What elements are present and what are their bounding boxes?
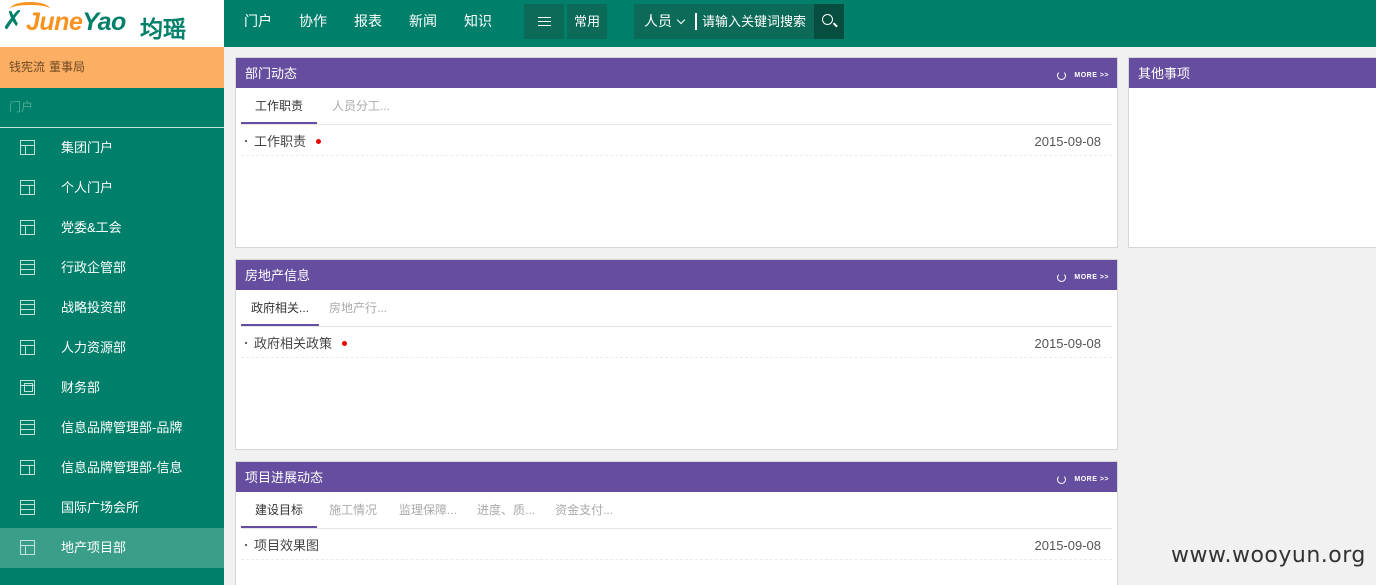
search-button[interactable] (814, 4, 844, 39)
sidebar-item-brand[interactable]: 信息品牌管理部-品牌 (0, 408, 224, 448)
list-item[interactable]: 项目效果图 2015-09-08 (241, 529, 1112, 560)
hamburger-icon (538, 17, 551, 18)
tab-construction-status[interactable]: 施工情况 (317, 492, 389, 528)
refresh-icon[interactable] (1057, 272, 1067, 282)
bullet-icon (245, 342, 247, 344)
sidebar-item-personal-portal[interactable]: 个人门户 (0, 168, 224, 208)
sidebar-item-realestate-project[interactable]: 地产项目部 (0, 528, 224, 568)
main-nav: 门户 协作 报表 新闻 知识 (244, 0, 519, 47)
logo-brand: JuneYao (26, 8, 126, 36)
layout-icon (20, 500, 35, 515)
nav-reports[interactable]: 报表 (354, 0, 382, 47)
list-item-title: 工作职责 (254, 134, 307, 149)
panel-project-progress: 项目进展动态 MORE >> 建设目标 施工情况 监理保障... 进度、质...… (235, 461, 1118, 585)
more-link[interactable]: MORE >> (1057, 474, 1109, 484)
panel-header: 部门动态 MORE >> (236, 58, 1117, 88)
list-item[interactable]: 工作职责 2015-09-08 (241, 125, 1112, 156)
sidebar-item-group-portal[interactable]: 集团门户 (0, 128, 224, 168)
list-item[interactable]: 政府相关政策 2015-09-08 (241, 327, 1112, 358)
panel-dept-news: 部门动态 MORE >> 工作职责 人员分工... 工作职责 2015-09-0… (235, 57, 1118, 248)
list-item-title: 政府相关政策 (254, 336, 333, 351)
logo[interactable]: ✗ JuneYao 均瑶 (0, 0, 224, 47)
nav-portal[interactable]: 门户 (244, 0, 272, 47)
layout-icon (20, 260, 35, 275)
logo-star-icon: ✗ (2, 6, 24, 36)
nav-collaboration[interactable]: 协作 (299, 0, 327, 47)
layout-icon (20, 540, 35, 555)
layout-icon (20, 340, 35, 355)
refresh-icon[interactable] (1057, 70, 1067, 80)
search-input[interactable] (702, 4, 814, 39)
logo-brand-cn: 均瑶 (140, 17, 186, 43)
list-item-date: 2015-09-08 (1034, 336, 1102, 351)
panel-title: 其他事项 (1138, 66, 1191, 81)
refresh-icon[interactable] (1057, 474, 1067, 484)
user-name: 钱宪流 (9, 60, 46, 74)
top-bar: ✗ JuneYao 均瑶 门户 协作 报表 新闻 知识 常用 人员 (0, 0, 1376, 47)
layout-icon (20, 140, 35, 155)
tab-progress-quality[interactable]: 进度、质... (467, 492, 545, 528)
bullet-icon (245, 544, 247, 546)
list-item-date: 2015-09-08 (1034, 538, 1102, 553)
list-item-date: 2015-09-08 (1034, 134, 1102, 149)
search-divider (695, 13, 697, 30)
more-link[interactable]: MORE >> (1057, 272, 1109, 282)
sidebar-item-finance[interactable]: 财务部 (0, 368, 224, 408)
tab-industry[interactable]: 房地产行... (319, 290, 397, 326)
list-item-title: 项目效果图 (254, 538, 320, 553)
layout-icon (20, 380, 35, 395)
panel-title: 项目进展动态 (245, 470, 324, 485)
panel-header: 其他事项 (1129, 58, 1376, 88)
user-info[interactable]: 钱宪流 董事局 (0, 47, 224, 88)
menu-button[interactable] (524, 4, 564, 39)
common-button[interactable]: 常用 (567, 4, 607, 39)
layout-icon (20, 420, 35, 435)
sidebar-item-strategy[interactable]: 战略投资部 (0, 288, 224, 328)
user-dept: 董事局 (49, 60, 86, 74)
sidebar-item-party-union[interactable]: 党委&工会 (0, 208, 224, 248)
layout-icon (20, 460, 35, 475)
tab-supervision[interactable]: 监理保障... (389, 492, 467, 528)
panel-header: 房地产信息 MORE >> (236, 260, 1117, 290)
panel-tabs: 政府相关... 房地产行... (241, 290, 1112, 327)
watermark: www.wooyun.org (1171, 543, 1366, 568)
search-box: 人员 (634, 4, 844, 39)
chevron-down-icon (676, 15, 686, 25)
tab-work-duties[interactable]: 工作职责 (241, 88, 318, 124)
search-icon (822, 14, 833, 25)
sidebar-item-club[interactable]: 国际广场会所 (0, 488, 224, 528)
panel-tabs: 工作职责 人员分工... (241, 88, 1112, 125)
tab-gov-policy[interactable]: 政府相关... (241, 290, 320, 326)
panel-header: 项目进展动态 MORE >> (236, 462, 1117, 492)
sidebar-item-hr[interactable]: 人力资源部 (0, 328, 224, 368)
tab-staff-assignment[interactable]: 人员分工... (317, 88, 405, 124)
sidebar-item-admin[interactable]: 行政企管部 (0, 248, 224, 288)
new-indicator-icon (316, 139, 322, 144)
panel-tabs: 建设目标 施工情况 监理保障... 进度、质... 资金支付... (241, 492, 1112, 529)
tab-construction-goal[interactable]: 建设目标 (241, 492, 318, 528)
sidebar-item-info[interactable]: 信息品牌管理部-信息 (0, 448, 224, 488)
panel-title: 房地产信息 (245, 268, 311, 283)
layout-icon (20, 220, 35, 235)
sidebar: 钱宪流 董事局 门户 集团门户 个人门户 党委&工会 行政企管部 战略投资部 人力… (0, 47, 224, 585)
tab-fund-payment[interactable]: 资金支付... (545, 492, 623, 528)
more-link[interactable]: MORE >> (1057, 70, 1109, 80)
new-indicator-icon (342, 341, 348, 346)
panel-title: 部门动态 (245, 66, 298, 81)
layout-icon (20, 300, 35, 315)
panel-other: 其他事项 (1128, 57, 1376, 248)
nav-news[interactable]: 新闻 (409, 0, 437, 47)
panel-real-estate: 房地产信息 MORE >> 政府相关... 房地产行... 政府相关政策 201… (235, 259, 1118, 450)
search-scope-select[interactable]: 人员 (644, 4, 686, 38)
bullet-icon (245, 140, 247, 142)
nav-knowledge[interactable]: 知识 (464, 0, 492, 47)
layout-icon (20, 180, 35, 195)
sidebar-section-title: 门户 (0, 88, 224, 128)
